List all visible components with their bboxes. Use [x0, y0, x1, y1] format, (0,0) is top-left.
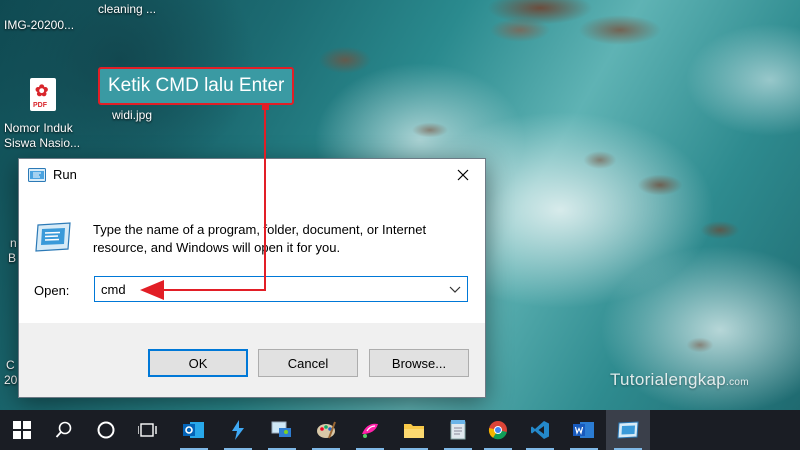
watermark: Tutorialengkap.com — [610, 370, 749, 390]
open-combobox[interactable]: cmd — [94, 276, 468, 302]
windows-logo-icon — [13, 421, 31, 439]
azure-data-studio-icon — [232, 420, 244, 440]
taskbar-app-vscode[interactable] — [518, 410, 562, 450]
file-explorer-icon — [404, 424, 424, 438]
run-app-icon — [35, 222, 71, 252]
taskbar — [0, 410, 800, 450]
dialog-title: Run — [53, 167, 77, 182]
search-icon — [55, 421, 72, 438]
paint-3d-icon — [362, 423, 378, 438]
open-label: Open: — [34, 283, 70, 298]
chrome-icon — [488, 421, 507, 440]
browse-button[interactable]: Browse... — [369, 349, 469, 377]
pdf-file-icon[interactable]: ✿ PDF — [30, 78, 56, 111]
outlook-icon — [183, 422, 204, 438]
taskbar-app-word[interactable] — [562, 410, 606, 450]
annotation-callout: Ketik CMD lalu Enter — [98, 67, 295, 105]
desktop-icon-cleaning-label[interactable]: cleaning ... — [98, 2, 156, 17]
vscode-icon — [531, 421, 549, 439]
taskbar-app-notepad[interactable] — [436, 410, 480, 450]
desktop-icon-partial-label[interactable]: C — [6, 358, 15, 373]
cortana-icon — [97, 421, 115, 439]
desktop-icon-nisn-label[interactable]: Nomor Induk Siswa Nasio... — [4, 121, 90, 151]
chevron-down-icon[interactable] — [447, 280, 463, 298]
acrobat-icon: ✿ — [35, 83, 49, 100]
desktop-icon-partial-label[interactable]: B — [8, 251, 16, 266]
task-view-icon — [138, 423, 157, 437]
dialog-footer: OK Cancel Browse... — [19, 323, 485, 397]
taskbar-app-azure-data-studio[interactable] — [216, 410, 260, 450]
taskbar-app-remote-desktop[interactable] — [260, 410, 304, 450]
watermark-suffix: .com — [726, 377, 749, 388]
run-dialog: Run Type the name of a program, folder, … — [18, 158, 486, 398]
dialog-title-bar[interactable]: Run — [19, 159, 485, 191]
search-button[interactable] — [42, 410, 86, 450]
ok-button[interactable]: OK — [148, 349, 248, 377]
desktop-icon-partial-label[interactable]: n — [10, 236, 17, 251]
task-view-button[interactable] — [126, 410, 170, 450]
taskbar-app-paint-3d[interactable] — [348, 410, 392, 450]
remote-desktop-icon — [271, 421, 291, 437]
close-button[interactable] — [440, 159, 485, 191]
desktop-icon-partial-label[interactable]: 20 — [4, 373, 17, 388]
desktop-icon-img-label[interactable]: IMG-20200... — [4, 18, 74, 33]
word-icon — [573, 422, 594, 438]
run-icon — [28, 168, 46, 182]
dialog-content: Type the name of a program, folder, docu… — [19, 191, 485, 323]
taskbar-app-outlook[interactable] — [172, 410, 216, 450]
start-button[interactable] — [0, 410, 44, 450]
dialog-description: Type the name of a program, folder, docu… — [93, 222, 427, 255]
taskbar-app-paint[interactable] — [304, 410, 348, 450]
taskbar-app-chrome[interactable] — [476, 410, 520, 450]
taskbar-app-file-explorer[interactable] — [392, 410, 436, 450]
watermark-text: Tutorialengkap — [610, 370, 727, 389]
desktop-icon-widi-label[interactable]: widi.jpg — [112, 108, 152, 123]
paint-icon — [317, 421, 336, 439]
close-icon — [457, 169, 468, 181]
notepad-icon — [450, 420, 466, 440]
run-app-icon — [617, 421, 639, 439]
cancel-button[interactable]: Cancel — [258, 349, 358, 377]
annotation-connector-dot — [262, 103, 269, 110]
taskbar-app-run[interactable] — [606, 410, 650, 450]
open-input-value[interactable]: cmd — [101, 282, 126, 297]
pdf-badge: PDF — [33, 102, 47, 109]
cortana-button[interactable] — [84, 410, 128, 450]
